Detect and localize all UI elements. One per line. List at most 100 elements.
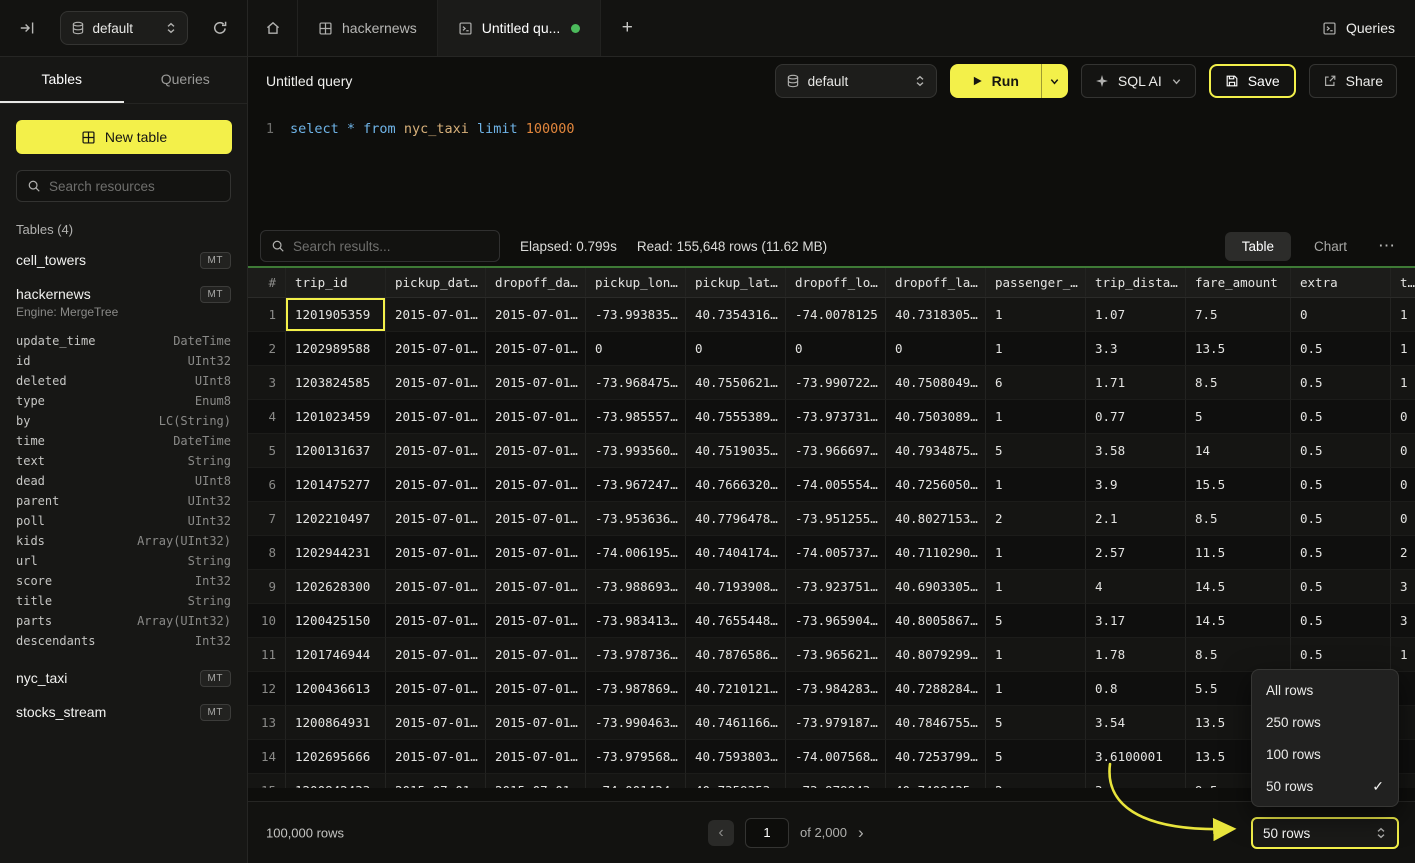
column-header[interactable]: # (248, 268, 286, 297)
more-options-button[interactable]: ⋯ (1370, 236, 1403, 256)
data-cell[interactable]: 1 (986, 298, 1086, 332)
row-number-cell[interactable]: 8 (248, 536, 286, 570)
data-cell[interactable]: 1201475277 (286, 468, 386, 502)
data-cell[interactable]: 40.7593803… (686, 740, 786, 774)
data-cell[interactable]: 40.7110290… (886, 536, 986, 570)
data-cell[interactable]: 2015-07-01… (486, 706, 586, 740)
data-cell[interactable]: -73.979187… (786, 706, 886, 740)
data-cell[interactable]: 2015-07-01… (486, 400, 586, 434)
row-number-cell[interactable]: 15 (248, 774, 286, 788)
tab-home[interactable] (248, 0, 298, 56)
data-cell[interactable]: -74.005554… (786, 468, 886, 502)
row-number-cell[interactable]: 3 (248, 366, 286, 400)
database-selector[interactable]: default (60, 11, 188, 45)
data-cell[interactable]: 6 (986, 366, 1086, 400)
data-cell[interactable]: 1201023459 (286, 400, 386, 434)
data-cell[interactable]: 1 (986, 332, 1086, 366)
data-cell[interactable]: 2015-07-01… (486, 468, 586, 502)
rows-menu-item[interactable]: All rows (1256, 674, 1394, 706)
sidebar-tab-queries[interactable]: Queries (124, 57, 248, 103)
data-cell[interactable]: 40.7655448… (686, 604, 786, 638)
data-cell[interactable]: 40.7408435… (886, 774, 986, 788)
sidebar-tab-tables[interactable]: Tables (0, 57, 124, 103)
column-header[interactable]: dropoff_da… (486, 268, 586, 297)
data-cell[interactable]: 2015-07-01… (486, 366, 586, 400)
data-cell[interactable]: 40.7555389… (686, 400, 786, 434)
data-cell[interactable]: 2 (986, 774, 1086, 788)
data-cell[interactable]: -73.983413… (586, 604, 686, 638)
data-cell[interactable]: 0 (1391, 400, 1415, 434)
column-header[interactable]: pickup_lat… (686, 268, 786, 297)
row-number-cell[interactable]: 7 (248, 502, 286, 536)
data-cell[interactable]: 3.6100001 (1086, 740, 1186, 774)
column-header[interactable]: trip_id (286, 268, 386, 297)
row-number-cell[interactable]: 5 (248, 434, 286, 468)
sql-ai-button[interactable]: SQL AI (1081, 64, 1196, 98)
data-cell[interactable]: 3 (1391, 604, 1415, 638)
collapse-sidebar-button[interactable] (14, 15, 40, 41)
refresh-button[interactable] (207, 15, 233, 41)
data-cell[interactable]: 1 (986, 570, 1086, 604)
data-cell[interactable]: 2015-07-01… (486, 434, 586, 468)
rows-menu-item[interactable]: 50 rows✓ (1256, 770, 1394, 802)
row-number-cell[interactable]: 14 (248, 740, 286, 774)
data-cell[interactable]: 1.71 (1086, 366, 1186, 400)
column-header[interactable]: extra (1291, 268, 1391, 297)
data-cell[interactable]: 3 (1086, 774, 1186, 788)
data-cell[interactable]: 0 (1291, 298, 1391, 332)
sql-editor[interactable]: 1 select * from nyc_taxi limit 100000 (248, 105, 1415, 226)
data-cell[interactable]: 2015-07-01… (386, 672, 486, 706)
data-cell[interactable]: 1201746944 (286, 638, 386, 672)
data-cell[interactable]: 2015-07-01… (386, 706, 486, 740)
data-cell[interactable]: 14 (1186, 434, 1291, 468)
data-cell[interactable]: 14.5 (1186, 604, 1291, 638)
prev-page-button[interactable]: ‹ (708, 820, 734, 846)
queries-button[interactable]: Queries (1302, 0, 1415, 56)
data-cell[interactable]: 1 (1391, 638, 1415, 672)
data-cell[interactable]: -73.990722… (786, 366, 886, 400)
data-cell[interactable]: 1 (986, 468, 1086, 502)
query-database-selector[interactable]: default (775, 64, 937, 98)
data-cell[interactable]: 0.5 (1291, 468, 1391, 502)
run-options-button[interactable] (1041, 64, 1068, 98)
data-cell[interactable]: 1200864931 (286, 706, 386, 740)
data-cell[interactable]: 40.7354316… (686, 298, 786, 332)
data-cell[interactable]: 2015-07-01… (486, 332, 586, 366)
data-cell[interactable]: 40.7666320… (686, 468, 786, 502)
data-cell[interactable]: 1202989588 (286, 332, 386, 366)
data-cell[interactable]: 40.7503089… (886, 400, 986, 434)
new-table-button[interactable]: New table (16, 120, 232, 154)
data-cell[interactable]: -73.984283… (786, 672, 886, 706)
data-cell[interactable]: 40.7253799… (886, 740, 986, 774)
data-cell[interactable]: 1 (986, 672, 1086, 706)
data-cell[interactable]: 2015-07-01… (486, 604, 586, 638)
data-cell[interactable]: 5 (1186, 400, 1291, 434)
save-button[interactable]: Save (1209, 64, 1296, 98)
data-cell[interactable]: 2015-07-01… (486, 774, 586, 788)
data-cell[interactable]: 15.5 (1186, 468, 1291, 502)
data-cell[interactable]: 0.5 (1291, 638, 1391, 672)
data-cell[interactable]: 1200425150 (286, 604, 386, 638)
data-cell[interactable]: 1200131637 (286, 434, 386, 468)
data-cell[interactable]: -73.978736… (586, 638, 686, 672)
sidebar-table-nyc_taxi[interactable]: nyc_taxiMT (0, 661, 247, 695)
row-number-cell[interactable]: 11 (248, 638, 286, 672)
data-cell[interactable]: 40.8005867… (886, 604, 986, 638)
column-header[interactable]: fare_amount (1186, 268, 1291, 297)
data-cell[interactable]: -74.001434… (586, 774, 686, 788)
data-cell[interactable]: 1.78 (1086, 638, 1186, 672)
data-cell[interactable]: 3 (1391, 570, 1415, 604)
data-cell[interactable]: 1203824585 (286, 366, 386, 400)
data-cell[interactable]: 2015-07-01… (386, 400, 486, 434)
tab-hackernews[interactable]: hackernews (298, 0, 438, 56)
data-cell[interactable]: 40.7404174… (686, 536, 786, 570)
data-cell[interactable]: 1201905359 (286, 298, 386, 332)
data-cell[interactable]: 1 (986, 400, 1086, 434)
data-cell[interactable]: 40.8027153… (886, 502, 986, 536)
column-header[interactable]: t… (1391, 268, 1415, 297)
data-cell[interactable]: -73.979843… (786, 774, 886, 788)
row-number-cell[interactable]: 10 (248, 604, 286, 638)
data-cell[interactable]: 1.07 (1086, 298, 1186, 332)
data-cell[interactable]: 2 (986, 502, 1086, 536)
data-cell[interactable]: 1200842433 (286, 774, 386, 788)
